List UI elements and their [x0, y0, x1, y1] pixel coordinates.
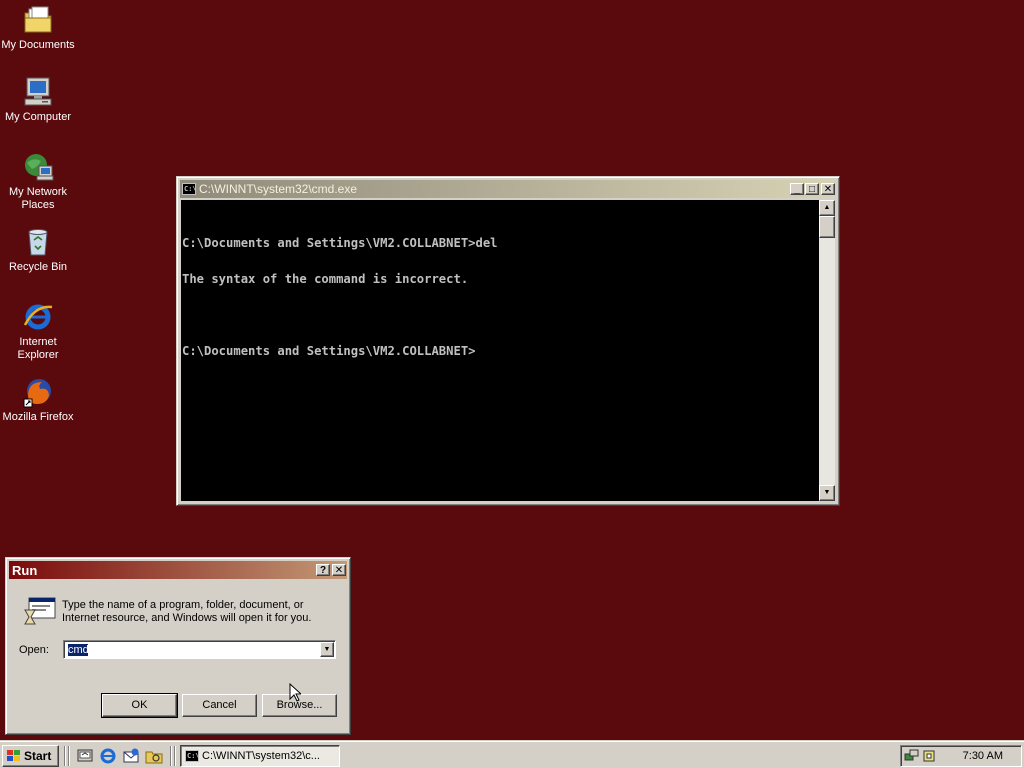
close-button[interactable]: ✕ [332, 564, 346, 576]
scroll-thumb[interactable] [819, 216, 835, 238]
desktop-icon-label: Recycle Bin [8, 261, 68, 273]
open-combobox[interactable]: ▼ [63, 640, 336, 659]
desktop-icon-mozilla-firefox[interactable]: Mozilla Firefox [0, 376, 76, 424]
network-tray-icon[interactable] [904, 748, 920, 764]
run-dialog-title: Run [12, 562, 38, 578]
taskbar-button-cmd[interactable]: C:\ C:\WINNT\system32\c... [180, 745, 340, 767]
desktop-icon-my-network-places[interactable]: My Network Places [0, 151, 76, 212]
console-output[interactable]: C:\Documents and Settings\VM2.COLLABNET>… [181, 200, 819, 501]
desktop-icon-label: Mozilla Firefox [2, 411, 74, 423]
cmd-window[interactable]: C:\ C:\WINNT\system32\cmd.exe _ □ ✕ C:\D… [176, 176, 840, 506]
close-button[interactable]: ✕ [821, 183, 835, 195]
desktop-icon-label: Explorer [17, 349, 59, 361]
run-titlebar[interactable]: Run ? ✕ [9, 561, 347, 579]
open-label: Open: [19, 644, 49, 656]
run-program-icon [23, 596, 57, 630]
taskbar-separator [170, 746, 172, 766]
dropdown-arrow-icon[interactable]: ▼ [320, 642, 334, 657]
open-input[interactable] [66, 642, 320, 657]
folder-documents-icon [22, 4, 54, 36]
taskbar-separator [174, 746, 176, 766]
mouse-pointer-icon [289, 682, 303, 702]
scroll-down-button[interactable]: ▼ [819, 485, 835, 501]
cmd-window-icon: C:\ [182, 183, 197, 195]
cmd-titlebar[interactable]: C:\ C:\WINNT\system32\cmd.exe _ □ ✕ [180, 180, 836, 198]
run-dialog[interactable]: Run ? ✕ Type the name of a program, fold… [5, 557, 351, 735]
system-tray: 7:30 AM [900, 745, 1022, 767]
console-line: The syntax of the command is incorrect. [182, 272, 469, 286]
desktop-icon-label: Places [21, 199, 55, 211]
start-button[interactable]: Start [2, 745, 59, 767]
ok-button[interactable]: OK [101, 693, 178, 718]
minimize-button[interactable]: _ [790, 183, 804, 195]
run-instructions-line: Internet resource, and Windows will open… [62, 612, 312, 624]
desktop-icon-label: Internet [19, 336, 57, 348]
show-desktop-icon[interactable] [76, 747, 94, 765]
volume-tray-icon[interactable] [922, 748, 938, 764]
maximize-button[interactable]: □ [805, 183, 819, 195]
scroll-up-button[interactable]: ▲ [819, 200, 835, 216]
desktop-icon-my-computer[interactable]: My Computer [0, 76, 76, 124]
desktop-icon-my-documents[interactable]: My Documents [0, 4, 76, 52]
explorer-folder-icon[interactable] [145, 747, 163, 765]
run-instructions: Type the name of a program, folder, docu… [62, 599, 342, 625]
system-clock[interactable]: 7:30 AM [963, 750, 1003, 762]
help-button[interactable]: ? [316, 564, 330, 576]
console-line: C:\Documents and Settings\VM2.COLLABNET> [182, 344, 476, 358]
internet-explorer-icon [22, 301, 54, 333]
internet-explorer-icon[interactable] [99, 747, 117, 765]
run-instructions-line: Type the name of a program, folder, docu… [62, 599, 304, 611]
taskbar-separator [64, 746, 66, 766]
desktop-icon-label: My Documents [1, 39, 75, 51]
desktop-icon-label: My Computer [4, 111, 72, 123]
recycle-bin-icon [22, 226, 54, 258]
taskbar-button-label: C:\WINNT\system32\c... [202, 750, 320, 762]
outlook-express-icon[interactable] [122, 747, 140, 765]
computer-icon [22, 76, 54, 108]
cmd-window-icon: C:\ [185, 750, 200, 762]
network-places-icon [22, 151, 54, 183]
windows-logo-icon [6, 749, 22, 763]
taskbar-separator [68, 746, 70, 766]
cancel-button[interactable]: Cancel [182, 694, 257, 717]
desktop-icon-recycle-bin[interactable]: Recycle Bin [0, 226, 76, 274]
desktop-icon-label: My Network [8, 186, 68, 198]
desktop-icon-internet-explorer[interactable]: Internet Explorer [0, 301, 76, 362]
taskbar: Start C:\ C:\WINNT\system32\c... 7:30 AM [0, 740, 1024, 768]
cmd-window-title: C:\WINNT\system32\cmd.exe [199, 182, 358, 196]
start-label: Start [24, 749, 52, 763]
console-line: C:\Documents and Settings\VM2.COLLABNET>… [182, 236, 498, 250]
firefox-icon [22, 376, 54, 408]
vertical-scrollbar[interactable]: ▲ ▼ [819, 200, 835, 501]
